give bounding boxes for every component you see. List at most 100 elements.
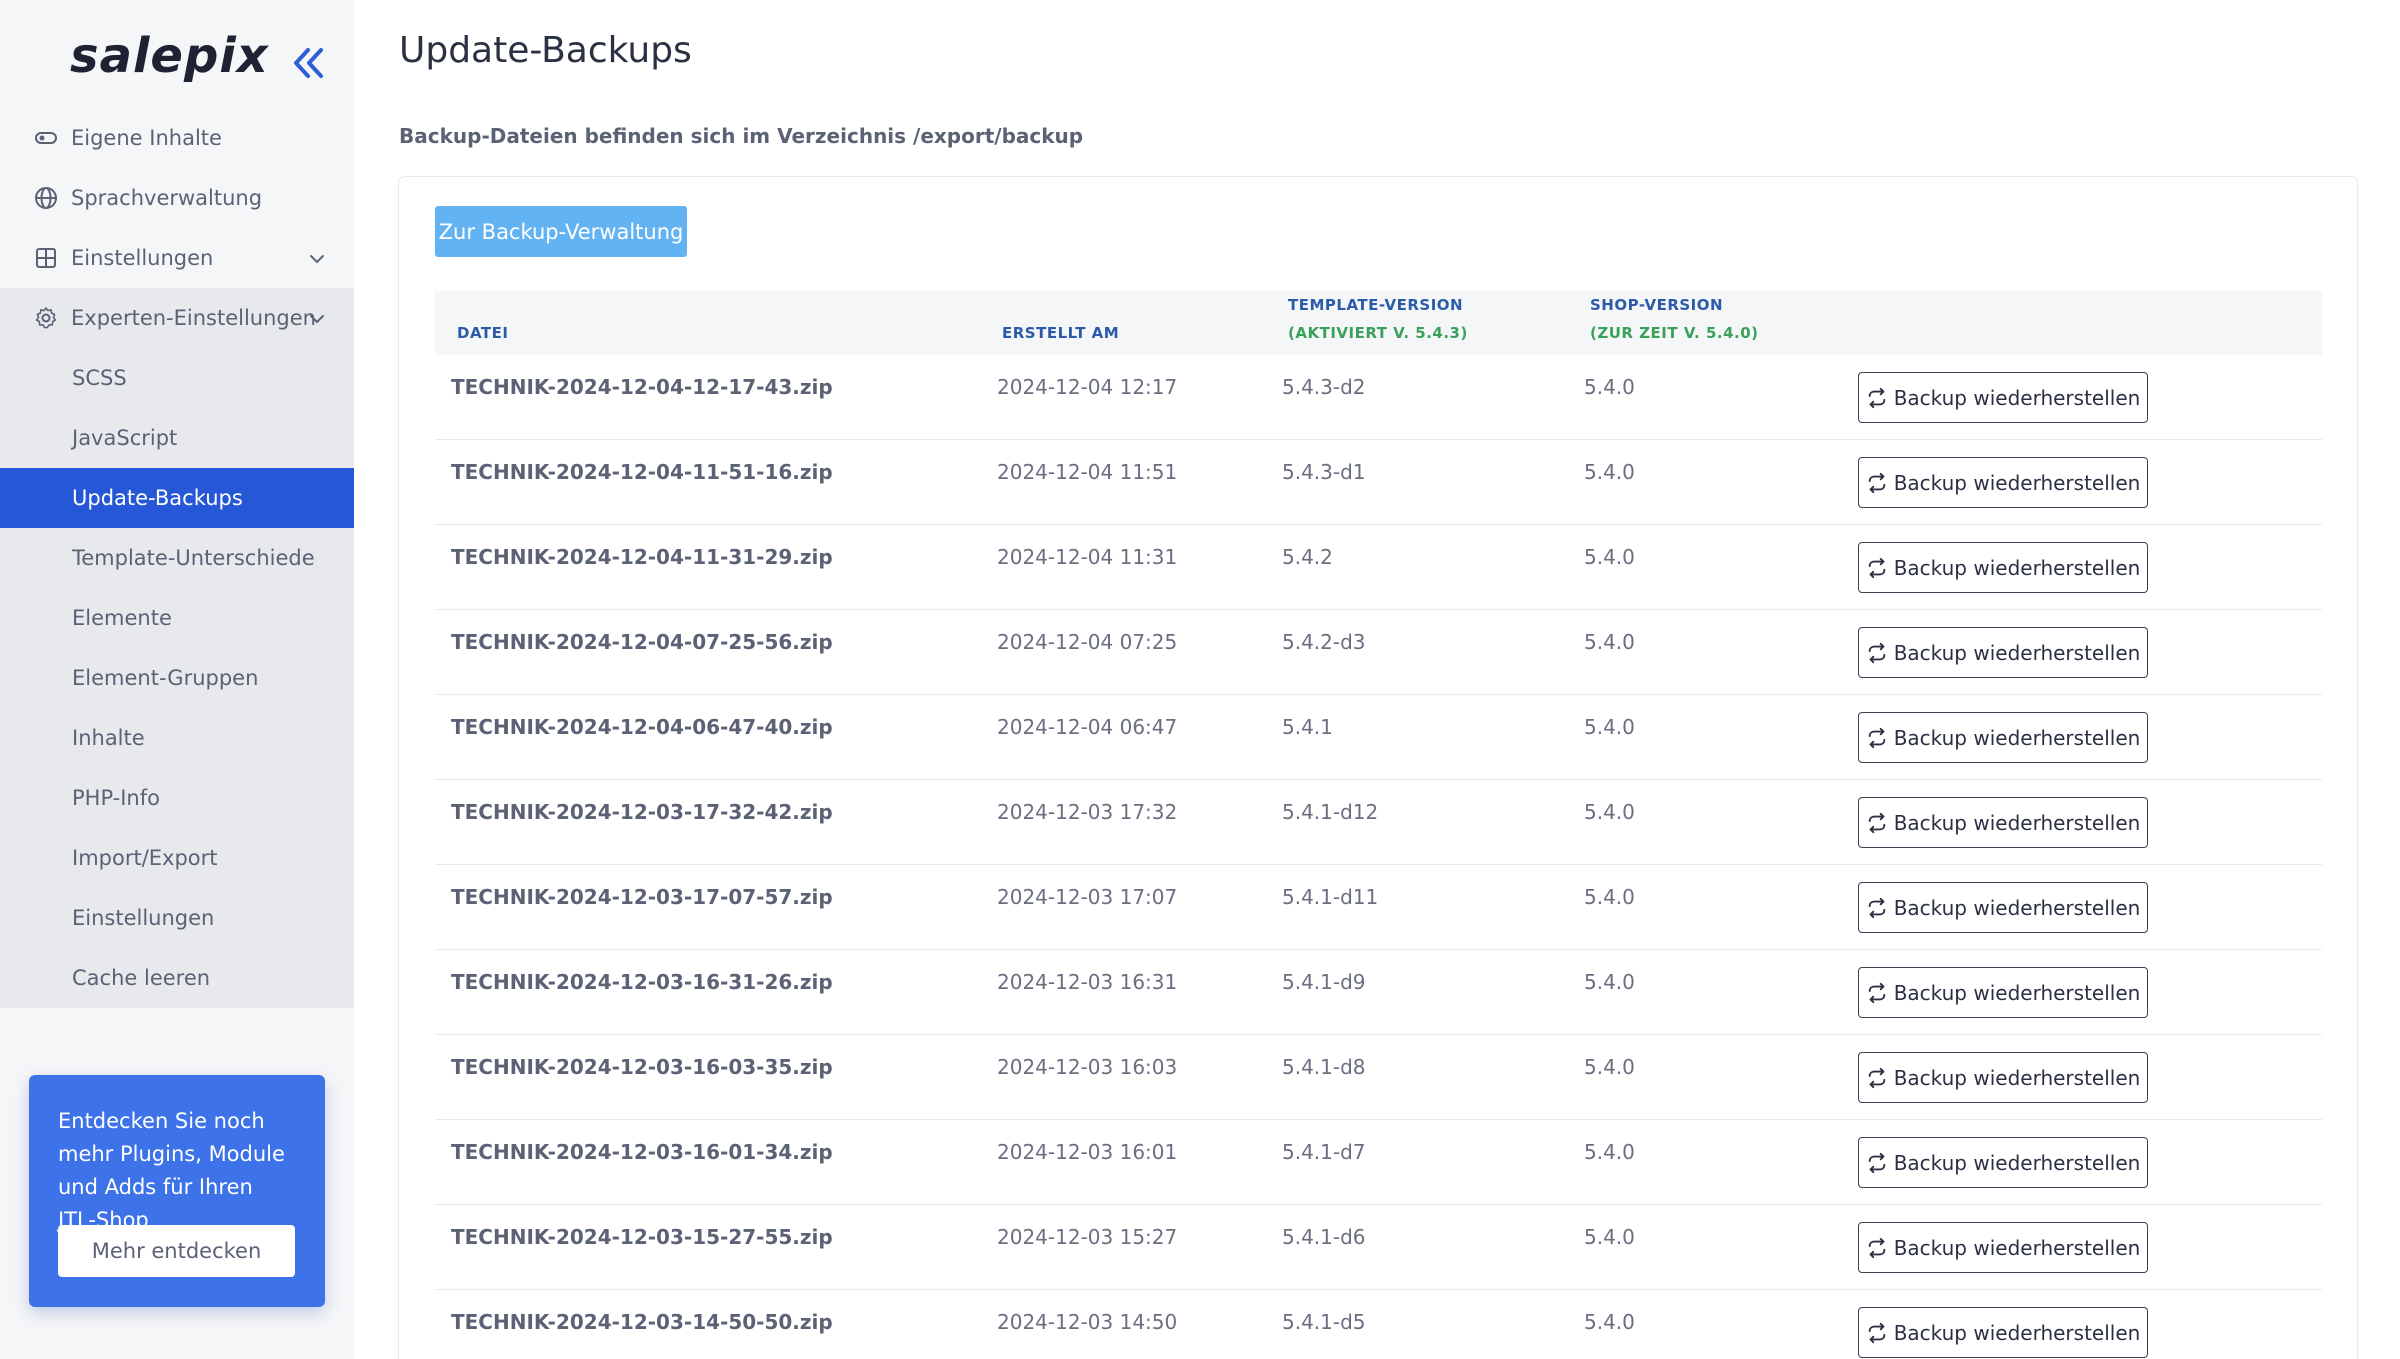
main-content: Update-Backups Backup-Dateien befinden s… [354,0,2400,1359]
chevron-down-icon [310,315,324,324]
refresh-arrows-icon [1868,1067,1885,1088]
restore-button-label: Backup wiederherstellen [1893,555,2141,580]
restore-button-label: Backup wiederherstellen [1893,1235,2141,1260]
sidebar-item-label: Elemente [72,606,172,630]
cell-file: TECHNIK-2024-12-03-17-07-57.zip [451,885,833,909]
sidebar-item-label: Update-Backups [72,486,243,510]
sidebar-item-inhalte[interactable]: Inhalte [0,708,354,768]
cell-template-version: 5.4.1-d8 [1282,1055,1366,1079]
cell-shop-version: 5.4.0 [1584,545,1635,569]
cell-shop-version: 5.4.0 [1584,715,1635,739]
table-row: TECHNIK-2024-12-03-16-01-34.zip 2024-12-0… [435,1120,2322,1205]
page-title: Update-Backups [399,30,692,71]
cell-shop-version: 5.4.0 [1584,1310,1635,1334]
sidebar-item-experten-einstellungen[interactable]: Experten-Einstellungen [0,288,354,348]
cell-shop-version: 5.4.0 [1584,1055,1635,1079]
sidebar-item-eigene-inhalte[interactable]: Eigene Inhalte [0,108,354,168]
cell-template-version: 5.4.2-d3 [1282,630,1366,654]
sidebar-item-einstellungen[interactable]: Einstellungen [0,228,354,288]
header-template-version: TEMPLATE-VERSION (AKTIVIERT V. 5.4.3) [1288,296,1468,342]
cell-template-version: 5.4.1-d7 [1282,1140,1366,1164]
restore-backup-button[interactable]: Backup wiederherstellen [1858,797,2148,848]
restore-backup-button[interactable]: Backup wiederherstellen [1858,967,2148,1018]
restore-backup-button[interactable]: Backup wiederherstellen [1858,542,2148,593]
cell-file: TECHNIK-2024-12-03-14-50-50.zip [451,1310,833,1334]
cell-file: TECHNIK-2024-12-04-11-51-16.zip [451,460,833,484]
sidebar-header: salepix [0,0,354,115]
restore-button-label: Backup wiederherstellen [1893,725,2141,750]
cell-created: 2024-12-03 17:07 [997,885,1178,909]
restore-backup-button[interactable]: Backup wiederherstellen [1858,1222,2148,1273]
sidebar-item-einstellungen-sub[interactable]: Einstellungen [0,888,354,948]
chevron-down-icon [310,255,324,264]
sidebar-item-elemente[interactable]: Elemente [0,588,354,648]
cell-shop-version: 5.4.0 [1584,1140,1635,1164]
sidebar-item-label: Inhalte [72,726,145,750]
refresh-arrows-icon [1868,1237,1885,1258]
restore-backup-button[interactable]: Backup wiederherstellen [1858,1307,2148,1358]
sidebar-item-label: Cache leeren [72,966,211,990]
sidebar-submenu-experten: SCSS JavaScript Update-Backups Template-… [0,348,354,1008]
backup-management-button[interactable]: Zur Backup-Verwaltung [435,206,687,257]
cell-created: 2024-12-04 11:51 [997,460,1178,484]
sidebar-item-label: Experten-Einstellungen [71,306,316,330]
sidebar-item-javascript[interactable]: JavaScript [0,408,354,468]
sidebar-item-scss[interactable]: SCSS [0,348,354,408]
table-row: TECHNIK-2024-12-03-17-07-57.zip 2024-12-0… [435,865,2322,950]
sidebar-item-label: Element-Gruppen [72,666,259,690]
sidebar-item-cache-leeren[interactable]: Cache leeren [0,948,354,1008]
sidebar-item-label: Eigene Inhalte [71,126,222,150]
sidebar-item-label: SCSS [72,366,127,390]
sidebar-item-import-export[interactable]: Import/Export [0,828,354,888]
restore-backup-button[interactable]: Backup wiederherstellen [1858,372,2148,423]
header-file: DATEI [457,324,509,342]
restore-backup-button[interactable]: Backup wiederherstellen [1858,457,2148,508]
refresh-arrows-icon [1868,1322,1885,1343]
table-row: TECHNIK-2024-12-04-12-17-43.zip 2024-12-0… [435,355,2322,440]
restore-button-label: Backup wiederherstellen [1893,470,2141,495]
sidebar: salepix Eigene Inhalte Sprachverwaltung [0,0,354,1359]
table-row: TECHNIK-2024-12-03-17-32-42.zip 2024-12-0… [435,780,2322,865]
cell-created: 2024-12-03 14:50 [997,1310,1178,1334]
refresh-arrows-icon [1868,982,1885,1003]
cell-file: TECHNIK-2024-12-03-17-32-42.zip [451,800,833,824]
cell-file: TECHNIK-2024-12-03-15-27-55.zip [451,1225,833,1249]
cell-file: TECHNIK-2024-12-04-07-25-56.zip [451,630,833,654]
cell-file: TECHNIK-2024-12-03-16-31-26.zip [451,970,833,994]
sidebar-item-label: PHP-Info [72,786,160,810]
cell-shop-version: 5.4.0 [1584,800,1635,824]
sidebar-item-update-backups[interactable]: Update-Backups [0,468,354,528]
cell-template-version: 5.4.1-d12 [1282,800,1379,824]
header-created: ERSTELLT AM [1002,324,1120,342]
mehr-entdecken-button[interactable]: Mehr entdecken [58,1225,295,1277]
cell-created: 2024-12-04 07:25 [997,630,1178,654]
promo-text: Entdecken Sie noch mehr Plugins, Module … [58,1109,285,1232]
sidebar-item-php-info[interactable]: PHP-Info [0,768,354,828]
refresh-arrows-icon [1868,1152,1885,1173]
restore-backup-button[interactable]: Backup wiederherstellen [1858,882,2148,933]
table-row: TECHNIK-2024-12-03-16-03-35.zip 2024-12-0… [435,1035,2322,1120]
cell-template-version: 5.4.2 [1282,545,1333,569]
sidebar-item-template-unterschiede[interactable]: Template-Unterschiede [0,528,354,588]
brand-logo[interactable]: salepix [70,28,269,84]
restore-button-label: Backup wiederherstellen [1893,1150,2141,1175]
cell-file: TECHNIK-2024-12-03-16-03-35.zip [451,1055,833,1079]
refresh-arrows-icon [1868,897,1885,918]
sidebar-item-label: Sprachverwaltung [71,186,263,210]
restore-backup-button[interactable]: Backup wiederherstellen [1858,1052,2148,1103]
backup-card: Zur Backup-Verwaltung DATEI ERSTELLT AM … [398,176,2358,1359]
cell-template-version: 5.4.1-d6 [1282,1225,1366,1249]
sidebar-item-sprachverwaltung[interactable]: Sprachverwaltung [0,168,354,228]
restore-backup-button[interactable]: Backup wiederherstellen [1858,627,2148,678]
restore-backup-button[interactable]: Backup wiederherstellen [1858,712,2148,763]
sidebar-item-element-gruppen[interactable]: Element-Gruppen [0,648,354,708]
cell-shop-version: 5.4.0 [1584,460,1635,484]
restore-button-label: Backup wiederherstellen [1893,1320,2141,1345]
table-row: TECHNIK-2024-12-04-11-31-29.zip 2024-12-0… [435,525,2322,610]
table-row: TECHNIK-2024-12-03-16-31-26.zip 2024-12-0… [435,950,2322,1035]
restore-button-label: Backup wiederherstellen [1893,895,2141,920]
cell-created: 2024-12-04 11:31 [997,545,1178,569]
restore-backup-button[interactable]: Backup wiederherstellen [1858,1137,2148,1188]
cell-created: 2024-12-03 16:01 [997,1140,1178,1164]
collapse-sidebar-button[interactable] [288,44,328,82]
